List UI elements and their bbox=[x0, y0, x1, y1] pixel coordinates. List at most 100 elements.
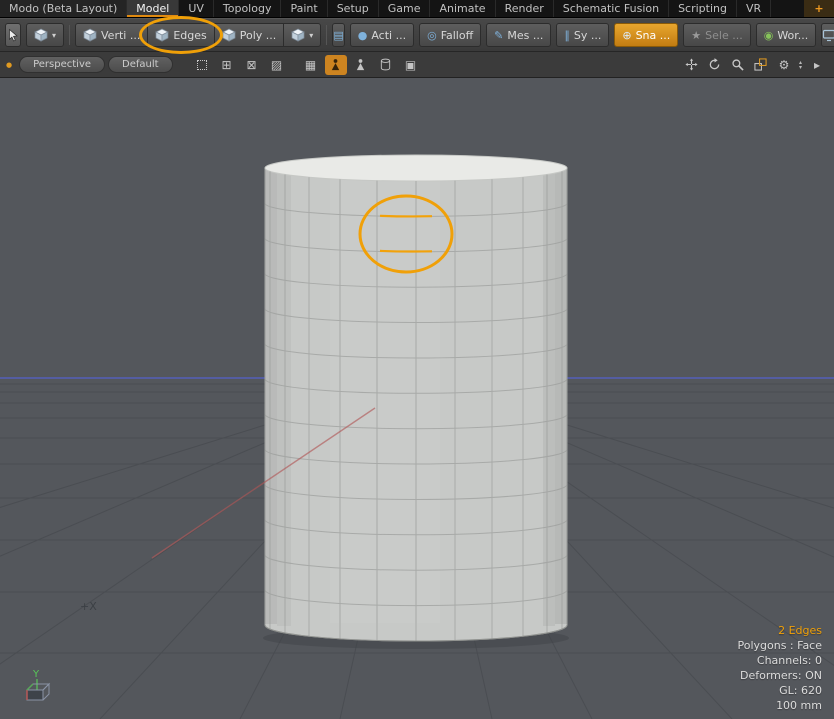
menu-tab-render[interactable]: Render bbox=[496, 0, 554, 17]
menu-tab-game[interactable]: Game bbox=[379, 0, 431, 17]
triangle-right-icon: ▸ bbox=[814, 58, 820, 72]
viewport-3d[interactable]: Y +X 2 Edges Polygons : Face Channels: 0… bbox=[0, 78, 834, 719]
polygons-mode-button[interactable]: Poly ... bbox=[214, 23, 285, 47]
toolbar-separator bbox=[69, 25, 70, 45]
modo-app: Modo (Beta Layout) Model UV Topology Pai… bbox=[0, 0, 834, 719]
menu-tab-paint[interactable]: Paint bbox=[281, 0, 327, 17]
selection-count: 2 Edges bbox=[737, 623, 822, 638]
quad-grid-icon: ⊞ bbox=[222, 58, 232, 72]
menu-tab-schematic-fusion[interactable]: Schematic Fusion bbox=[554, 0, 669, 17]
magnifier-icon bbox=[731, 58, 744, 71]
symmetry-label: Sy ... bbox=[574, 29, 601, 42]
zoom-view-button[interactable] bbox=[730, 57, 746, 73]
vertices-mode-button[interactable]: Verti ... bbox=[75, 23, 148, 47]
menu-tab-scripting[interactable]: Scripting bbox=[669, 0, 737, 17]
menu-tab-uv[interactable]: UV bbox=[179, 0, 214, 17]
viewport-more-button[interactable]: ▸ bbox=[809, 57, 825, 73]
action-center-button[interactable]: ● Acti ... bbox=[350, 23, 414, 47]
spinner-down-icon: ▾ bbox=[799, 65, 802, 70]
rotate-icon bbox=[708, 58, 721, 71]
gl-readout: GL: 620 bbox=[737, 683, 822, 698]
view-type-dropdown[interactable]: Perspective bbox=[19, 56, 105, 73]
cube-icon bbox=[222, 28, 236, 42]
cylinder-top-cap bbox=[265, 155, 567, 181]
menu-tab-modo-beta-layout[interactable]: Modo (Beta Layout) bbox=[0, 0, 127, 17]
box-icon: ▣ bbox=[405, 58, 416, 72]
work-plane-label: Wor... bbox=[777, 29, 808, 42]
transform-tool-button[interactable] bbox=[5, 23, 21, 47]
falloff-icon: ◎ bbox=[427, 30, 437, 41]
chevron-down-icon: ▾ bbox=[52, 31, 56, 40]
deformers-readout: Deformers: ON bbox=[737, 668, 822, 683]
viewport-settings-button[interactable]: ⚙ bbox=[776, 57, 792, 73]
edges-mode-label: Edges bbox=[173, 29, 206, 42]
menu-tab-animate[interactable]: Animate bbox=[430, 0, 495, 17]
symmetry-button[interactable]: ∥ Sy ... bbox=[556, 23, 609, 47]
gear-icon: ⚙ bbox=[779, 58, 790, 72]
wire-grid-toggle[interactable]: ▦ bbox=[300, 55, 322, 75]
selection-mode-group: Verti ... Edges Poly ... ▾ bbox=[75, 23, 321, 47]
selection-sets-button[interactable]: ★ Sele ... bbox=[683, 23, 750, 47]
small-grid-icon: ▦ bbox=[305, 58, 316, 72]
cylinder-display-toggle[interactable] bbox=[375, 55, 397, 75]
dotted-grid-icon bbox=[197, 60, 207, 70]
viewport-spinner[interactable]: ▴ ▾ bbox=[799, 60, 802, 70]
viewport-nav-cluster: ⚙ ▴ ▾ ▸ bbox=[684, 57, 828, 73]
selection-set-icon: ★ bbox=[691, 30, 701, 41]
item-selection-dropdown[interactable]: ▾ bbox=[26, 23, 64, 47]
falloff-button[interactable]: ◎ Falloff bbox=[419, 23, 481, 47]
items-mode-dropdown[interactable]: ▾ bbox=[283, 23, 321, 47]
gizmo-y-label: Y bbox=[32, 669, 40, 680]
menu-tab-model[interactable]: Model bbox=[127, 0, 179, 17]
mesh-ops-button[interactable]: ✎ Mes ... bbox=[486, 23, 551, 47]
polygons-mode-label: Poly ... bbox=[240, 29, 277, 42]
cube-icon bbox=[291, 28, 305, 42]
edges-mode-button[interactable]: Edges bbox=[147, 23, 214, 47]
chevron-down-icon: ▾ bbox=[309, 31, 313, 40]
maximize-viewport-button[interactable] bbox=[753, 57, 769, 73]
snap-icon: ⊕ bbox=[622, 30, 631, 41]
grid-quad-toggle[interactable]: ⊞ bbox=[216, 55, 238, 75]
mesh-edit-icon: ✎ bbox=[494, 30, 503, 41]
modes-toolbar: ▾ Verti ... Edges Poly ... ▾ ▤ bbox=[0, 18, 834, 52]
pan-icon bbox=[685, 58, 698, 71]
skeleton-figure-toggle[interactable] bbox=[350, 55, 372, 75]
viewport-capture-button[interactable] bbox=[821, 23, 834, 47]
person-icon bbox=[354, 58, 367, 71]
x-box-icon: ⊠ bbox=[247, 58, 257, 72]
work-plane-button[interactable]: ◉ Wor... bbox=[756, 23, 817, 47]
scene-3d: Y +X bbox=[0, 78, 834, 719]
pan-view-button[interactable] bbox=[684, 57, 700, 73]
cube-icon bbox=[34, 28, 48, 42]
work-plane-icon: ◉ bbox=[764, 30, 774, 41]
gl-figure-toggle[interactable] bbox=[325, 55, 347, 75]
shading-style-dropdown[interactable]: Default bbox=[108, 56, 173, 73]
cylinder-icon bbox=[379, 58, 392, 71]
cursor-arrow-icon bbox=[6, 28, 20, 42]
snapping-label: Sna ... bbox=[636, 29, 671, 42]
symmetry-icon: ∥ bbox=[564, 30, 570, 41]
grid-x-toggle[interactable]: ⊠ bbox=[241, 55, 263, 75]
bbox-display-toggle[interactable]: ▣ bbox=[400, 55, 422, 75]
monitor-icon bbox=[822, 28, 834, 42]
toolbar-separator bbox=[326, 25, 327, 45]
viewport-options-icon[interactable]: ● bbox=[6, 61, 12, 69]
mode-readout: Polygons : Face bbox=[737, 638, 822, 653]
cube-icon bbox=[155, 28, 169, 42]
item-list-button[interactable]: ▤ bbox=[332, 23, 344, 47]
action-center-label: Acti ... bbox=[371, 29, 406, 42]
grid-dotted-toggle[interactable] bbox=[191, 55, 213, 75]
viewport-toolbar: ● Perspective Default ⊞ ⊠ ▨ ▦ ▣ ⚙ ▴ ▾ bbox=[0, 52, 834, 78]
menu-tab-setup[interactable]: Setup bbox=[328, 0, 379, 17]
vertices-mode-label: Verti ... bbox=[101, 29, 140, 42]
item-list-icon: ▤ bbox=[333, 30, 343, 41]
menu-tab-topology[interactable]: Topology bbox=[214, 0, 282, 17]
scale-readout: 100 mm bbox=[737, 698, 822, 713]
mesh-ops-label: Mes ... bbox=[507, 29, 543, 42]
hatch-toggle[interactable]: ▨ bbox=[266, 55, 288, 75]
cube-icon bbox=[83, 28, 97, 42]
add-layout-tab-button[interactable]: + bbox=[804, 0, 834, 17]
menu-tab-vr[interactable]: VR bbox=[737, 0, 771, 17]
orbit-view-button[interactable] bbox=[707, 57, 723, 73]
snapping-button[interactable]: ⊕ Sna ... bbox=[614, 23, 678, 47]
